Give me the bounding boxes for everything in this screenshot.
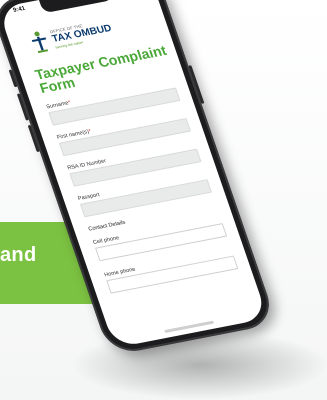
home-indicator	[164, 320, 215, 334]
required-marker: *	[87, 128, 93, 135]
required-marker: *	[67, 99, 72, 107]
status-time: 9:41	[12, 5, 27, 14]
contact-details-heading: Contact Details	[87, 219, 127, 233]
logo-figure-icon	[31, 31, 49, 54]
notch	[38, 0, 115, 14]
first-names-input[interactable]	[58, 118, 192, 157]
surname-input[interactable]	[48, 87, 181, 126]
cell-phone-input[interactable]	[94, 223, 228, 262]
home-phone-input[interactable]	[106, 255, 239, 294]
rsa-id-input[interactable]	[69, 148, 202, 187]
banner-text: and	[0, 244, 37, 266]
passport-input[interactable]	[79, 179, 213, 218]
